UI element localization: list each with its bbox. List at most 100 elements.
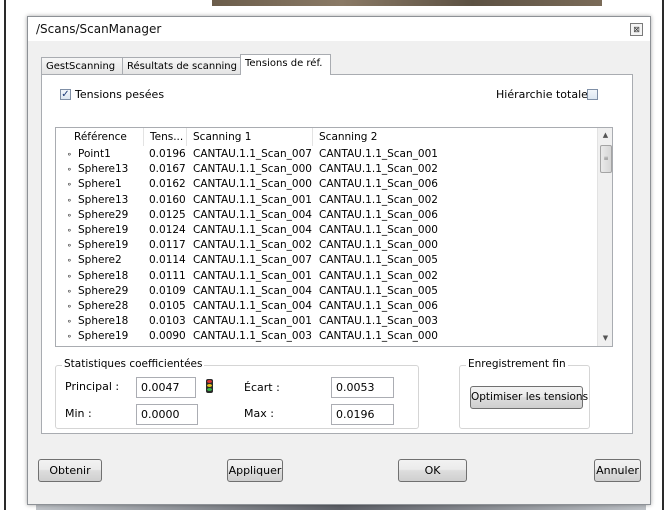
scanning-1-cell: CANTAU.1.1_Scan_000 — [193, 163, 312, 176]
tension-cell: 0.0117 — [149, 239, 186, 252]
max-label: Max : — [244, 407, 274, 420]
reference-cell: Sphere13 — [78, 163, 129, 176]
background-frame-left — [4, 0, 6, 510]
scanning-1-cell: CANTAU.1.1_Scan_001 — [193, 193, 312, 206]
table-row[interactable]: ⚬ Sphere18 0.0111 CANTAU.1.1_Scan_001 CANTAU… — [56, 269, 597, 284]
tab-gestscanning[interactable]: GestScanning — [41, 57, 123, 74]
scanning-2-cell: CANTAU.1.1_Scan_002 — [319, 193, 438, 206]
tension-cell: 0.0125 — [149, 208, 186, 221]
table-row[interactable]: ⚬ Sphere19 0.0117 CANTAU.1.1_Scan_002 CANTAU… — [56, 238, 597, 253]
scanning-1-cell: CANTAU.1.1_Scan_002 — [193, 239, 312, 252]
list-scrollbar[interactable]: ▲ ≡ ▼ — [597, 128, 612, 346]
point-icon: ⚬ — [66, 256, 73, 266]
table-row[interactable]: ⚬ Sphere1 0.0162 CANTAU.1.1_Scan_000 CANTAU.… — [56, 177, 597, 192]
point-icon: ⚬ — [66, 150, 73, 159]
table-row[interactable]: ⚬ Sphere18 0.0103 CANTAU.1.1_Scan_001 CANTAU… — [56, 314, 597, 329]
cancel-button[interactable]: Annuler — [594, 459, 641, 482]
scanning-2-cell: CANTAU.1.1_Scan_001 — [319, 148, 438, 160]
point-icon: ⚬ — [66, 301, 73, 311]
table-row[interactable]: ⚬ Sphere28 0.0105 CANTAU.1.1_Scan_004 CANTAU… — [56, 299, 597, 314]
scanning-2-cell: CANTAU.1.1_Scan_006 — [319, 208, 438, 221]
table-row[interactable]: ⚬ Sphere29 0.0125 CANTAU.1.1_Scan_004 CANTAU… — [56, 208, 597, 223]
weighted-tensions-label: Tensions pesées — [75, 88, 165, 101]
reference-cell: Sphere2 — [78, 254, 122, 267]
point-icon: ⚬ — [66, 165, 73, 175]
tension-cell: 0.0162 — [149, 178, 186, 191]
fine-registration-title: Enregistrement fin — [466, 358, 568, 370]
tension-cell: 0.0114 — [149, 254, 186, 267]
scanning-1-cell: CANTAU.1.1_Scan_004 — [193, 208, 312, 221]
point-icon: ⚬ — [66, 225, 73, 235]
column-header-scanning-1[interactable]: Scanning 1 — [187, 128, 313, 146]
tab-reference-tensions[interactable]: Tensions de réf. — [240, 54, 331, 75]
reference-cell: Sphere13 — [78, 193, 129, 206]
scanning-2-cell: CANTAU.1.1_Scan_000 — [319, 239, 438, 252]
tension-cell: 0.0090 — [149, 330, 186, 343]
reference-cell: Sphere18 — [78, 269, 129, 282]
tab-scanning-results[interactable]: Résultats de scanning — [122, 57, 241, 74]
dialog-titlebar[interactable]: /Scans/ScanManager ⊠ — [28, 17, 650, 41]
table-row[interactable]: ⚬ Sphere13 0.0167 CANTAU.1.1_Scan_000 CANTAU… — [56, 162, 597, 177]
table-row[interactable]: ⚬ Sphere19 0.0124 CANTAU.1.1_Scan_004 CANTAU… — [56, 223, 597, 238]
scanning-1-cell: CANTAU.1.1_Scan_004 — [193, 284, 312, 297]
optimize-tensions-button[interactable]: Optimiser les tensions — [470, 386, 588, 409]
max-field[interactable]: 0.0196 — [331, 404, 394, 425]
fine-registration-group: Enregistrement fin Optimiser les tension… — [459, 358, 590, 429]
checkmark-icon: ✓ — [61, 89, 70, 100]
tension-cell: 0.0196 — [149, 148, 186, 160]
column-header-scanning-2[interactable]: Scanning 2 — [313, 128, 463, 146]
tension-cell: 0.0124 — [149, 223, 186, 236]
scroll-down-icon[interactable]: ▼ — [598, 331, 612, 346]
close-icon[interactable]: ⊠ — [630, 23, 643, 36]
weighted-statistics-title: Statistiques coefficientées — [62, 358, 205, 370]
column-header-tension[interactable]: Tens... — [144, 128, 187, 146]
table-row[interactable]: ⚬ Point1 0.0196 CANTAU.1.1_Scan_007 CANTAU.1… — [56, 147, 597, 162]
weighted-tensions-checkbox[interactable]: ✓ — [60, 89, 71, 100]
scanning-1-cell: CANTAU.1.1_Scan_001 — [193, 269, 312, 282]
tension-cell: 0.0111 — [149, 269, 186, 282]
list-rows: ⚬ Point1 0.0196 CANTAU.1.1_Scan_007 CANTAU.1… — [56, 147, 597, 344]
list-header: Référence Tens... Scanning 1 Scanning 2 — [56, 128, 597, 146]
scanning-2-cell: CANTAU.1.1_Scan_005 — [319, 254, 438, 267]
apply-button[interactable]: Appliquer — [227, 459, 283, 482]
reference-cell: Sphere1 — [78, 178, 122, 191]
reference-cell: Sphere19 — [78, 330, 129, 343]
table-row[interactable]: ⚬ Sphere2 0.0114 CANTAU.1.1_Scan_007 CANTAU.… — [56, 253, 597, 268]
weighted-statistics-group: Statistiques coefficientées Principal : … — [55, 358, 419, 429]
reference-cell: Sphere29 — [78, 284, 129, 297]
scanning-2-cell: CANTAU.1.1_Scan_000 — [319, 223, 438, 236]
principal-field[interactable]: 0.0047 — [136, 377, 196, 398]
point-icon: ⚬ — [66, 332, 73, 342]
table-row[interactable]: ⚬ Sphere19 0.0090 CANTAU.1.1_Scan_003 CANTAU… — [56, 329, 597, 344]
scanning-1-cell: CANTAU.1.1_Scan_007 — [193, 254, 312, 267]
ok-button[interactable]: OK — [398, 459, 467, 482]
table-row[interactable]: ⚬ Sphere29 0.0109 CANTAU.1.1_Scan_004 CANTAU… — [56, 284, 597, 299]
scanning-1-cell: CANTAU.1.1_Scan_000 — [193, 178, 312, 191]
full-hierarchy-label: Hiérarchie totale — [496, 88, 588, 101]
scanning-1-cell: CANTAU.1.1_Scan_007 — [193, 148, 312, 160]
min-label: Min : — [65, 407, 92, 420]
full-hierarchy-checkbox[interactable] — [587, 89, 598, 100]
ecart-field[interactable]: 0.0053 — [331, 377, 394, 398]
scroll-thumb[interactable]: ≡ — [600, 145, 612, 173]
column-header-reference[interactable]: Référence — [68, 128, 144, 146]
min-field[interactable]: 0.0000 — [136, 404, 198, 425]
scan-manager-dialog: /Scans/ScanManager ⊠ GestScanning Résult… — [27, 16, 651, 505]
tension-cell: 0.0109 — [149, 284, 186, 297]
principal-label: Principal : — [65, 380, 120, 393]
table-row[interactable]: ⚬ Sphere13 0.0160 CANTAU.1.1_Scan_001 CANTAU… — [56, 193, 597, 208]
tension-cell: 0.0160 — [149, 193, 186, 206]
scanning-2-cell: CANTAU.1.1_Scan_000 — [319, 330, 438, 343]
scroll-up-icon[interactable]: ▲ — [598, 128, 612, 143]
scanning-2-cell: CANTAU.1.1_Scan_002 — [319, 163, 438, 176]
reference-cell: Sphere19 — [78, 223, 129, 236]
tensions-list[interactable]: Référence Tens... Scanning 1 Scanning 2 … — [55, 127, 613, 347]
get-button[interactable]: Obtenir — [38, 459, 102, 482]
background-frame-right — [662, 0, 664, 510]
ecart-label: Écart : — [244, 381, 280, 394]
tension-cell: 0.0105 — [149, 299, 186, 312]
point-icon: ⚬ — [66, 241, 73, 251]
point-icon: ⚬ — [66, 195, 73, 205]
scanning-2-cell: CANTAU.1.1_Scan_005 — [319, 284, 438, 297]
scanning-1-cell: CANTAU.1.1_Scan_004 — [193, 223, 312, 236]
